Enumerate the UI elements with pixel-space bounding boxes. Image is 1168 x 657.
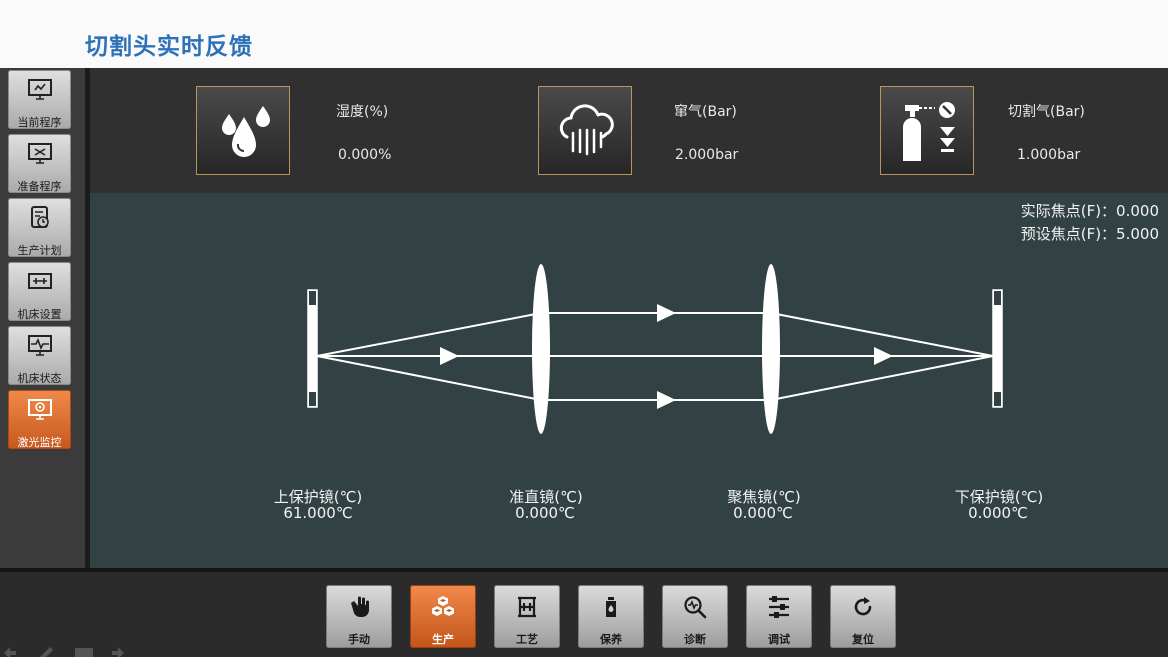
nav-reset-button[interactable]: 复位 (830, 585, 896, 648)
laser-monitor-icon (28, 399, 52, 420)
seal-gas-label: 窜气(Bar) (674, 104, 737, 120)
upper-protective-lens-temp: 61.000℃ (283, 504, 353, 522)
beam-arrow (440, 347, 459, 365)
humidity-label: 湿度(%) (336, 104, 389, 120)
schedule-icon (31, 206, 49, 228)
seal-gas-gauge-icon-box (538, 86, 632, 175)
sidebar-item-label: 准备程序 (17, 180, 62, 193)
process-icon (518, 596, 536, 618)
diagnose-icon (684, 596, 707, 619)
nav-label: 工艺 (516, 633, 538, 646)
nav-label: 生产 (432, 633, 454, 646)
nav-label: 复位 (852, 633, 874, 646)
lower-protective-lens (992, 289, 1003, 408)
sidebar-item-label: 激光监控 (17, 436, 62, 449)
reset-icon (854, 597, 872, 616)
cutting-gas-value: 1.000bar (1017, 147, 1081, 163)
cutting-gas-gauge-icon-box (880, 86, 974, 175)
gas-cylinder-icon (903, 102, 955, 161)
page-title: 切割头实时反馈 (85, 34, 253, 60)
beam-line (770, 355, 994, 401)
sidebar: 当前程序 准备程序 生产计划 机床设置 机床状态 激光监控 (0, 68, 85, 568)
cloud-steam-icon (559, 104, 614, 156)
nav-label: 手动 (348, 633, 370, 646)
sidebar-item-production-plan[interactable]: 生产计划 (8, 198, 71, 257)
nav-label: 诊断 (684, 633, 706, 646)
sidebar-item-label: 机床状态 (17, 372, 62, 385)
nav-process-button[interactable]: 工艺 (494, 585, 560, 648)
hand-icon (351, 596, 369, 617)
oil-can-icon (606, 597, 616, 617)
sidebar-item-label: 机床设置 (17, 308, 62, 321)
nav-maintenance-button[interactable]: 保养 (578, 585, 644, 648)
sidebar-item-current-program[interactable]: 当前程序 (8, 70, 71, 129)
collimator-lens-temp: 0.000℃ (515, 504, 575, 522)
nav-production-button[interactable]: 生产 (410, 585, 476, 648)
boxes-icon (432, 596, 454, 616)
seal-gas-value: 2.000bar (675, 147, 739, 163)
monitor-prepare-icon (28, 143, 52, 164)
sidebar-item-machine-settings[interactable]: 机床设置 (8, 262, 71, 321)
forward-arrow-icon (112, 647, 124, 657)
sensor-gauges-panel: 湿度(%) 0.000% 窜气(Bar) 2.000bar 切割气(Bar) 1… (90, 68, 1168, 193)
beam-arrow (657, 391, 676, 409)
water-drops-icon (222, 106, 270, 157)
beam-line (770, 312, 994, 357)
nav-label: 调试 (768, 633, 790, 646)
pencil-icon (40, 647, 53, 657)
focusing-lens (762, 264, 780, 434)
humidity-gauge-icon-box (196, 86, 290, 175)
bottom-nav-bar: 手动 生产 工艺 保养 诊断 调试 复位 (0, 572, 1168, 657)
system-toolbar-partial (4, 647, 124, 657)
sidebar-item-prepare-program[interactable]: 准备程序 (8, 134, 71, 193)
sidebar-item-machine-status[interactable]: 机床状态 (8, 326, 71, 385)
cutting-gas-label: 切割气(Bar) (1008, 104, 1085, 120)
nav-label: 保养 (600, 633, 622, 646)
keyboard-icon (75, 648, 93, 657)
machine-settings-icon (28, 273, 52, 289)
humidity-value: 0.000% (338, 147, 392, 163)
optics-diagram-panel: 实际焦点(F)：0.000 预设焦点(F)：5.000 上保护镜(℃) 61.0… (90, 193, 1168, 568)
lower-protective-lens-temp: 0.000℃ (968, 504, 1028, 522)
beam-arrow (874, 347, 893, 365)
title-bar: 切割头实时反馈 (0, 0, 1168, 68)
machine-status-icon (28, 335, 52, 356)
sidebar-item-label: 生产计划 (17, 244, 62, 257)
focusing-lens-temp: 0.000℃ (733, 504, 793, 522)
collimator-lens (532, 264, 550, 434)
beam-line (316, 355, 542, 401)
nav-diagnose-button[interactable]: 诊断 (662, 585, 728, 648)
back-arrow-icon (4, 647, 16, 657)
beam-arrow (657, 304, 676, 322)
upper-protective-lens (307, 289, 318, 408)
debug-sliders-icon (769, 596, 789, 618)
beam-line (316, 312, 542, 357)
monitor-program-icon (28, 79, 52, 100)
sidebar-item-laser-monitor[interactable]: 激光监控 (8, 390, 71, 449)
sidebar-item-label: 当前程序 (17, 116, 62, 129)
nav-debug-button[interactable]: 调试 (746, 585, 812, 648)
nav-manual-button[interactable]: 手动 (326, 585, 392, 648)
